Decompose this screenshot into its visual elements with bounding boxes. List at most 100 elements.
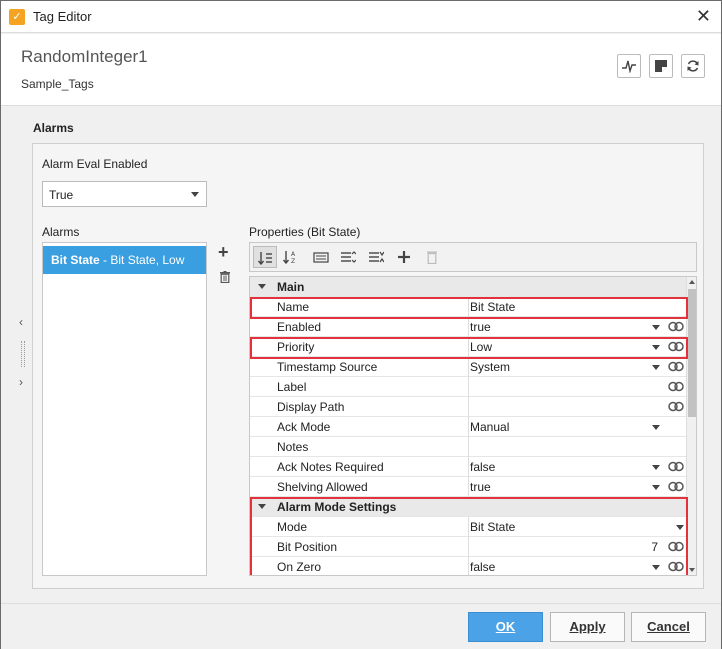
chevron-down-icon[interactable] xyxy=(652,425,660,430)
category-label: Alarm Mode Settings xyxy=(277,500,397,514)
chevron-down-icon xyxy=(191,192,199,197)
binding-link-icon[interactable] xyxy=(668,461,684,475)
property-name: Enabled xyxy=(277,320,322,334)
property-value[interactable]: Bit State xyxy=(470,300,515,314)
property-value[interactable]: 7 xyxy=(651,540,658,554)
binding-link-icon[interactable] xyxy=(668,381,684,395)
properties-toolbar: AZ xyxy=(249,242,697,272)
column-divider xyxy=(468,557,469,575)
svg-text:Z: Z xyxy=(291,258,295,264)
property-row[interactable]: On Zero false xyxy=(250,557,686,575)
refresh-button[interactable] xyxy=(681,54,705,78)
documentation-button[interactable] xyxy=(649,54,673,78)
property-row[interactable]: Ack Notes Required false xyxy=(250,457,686,477)
property-category[interactable]: Alarm Mode Settings xyxy=(250,497,686,517)
property-category[interactable]: Main xyxy=(250,277,686,297)
scroll-down-icon[interactable] xyxy=(689,568,695,572)
binding-link-icon[interactable] xyxy=(668,341,684,355)
column-divider xyxy=(468,457,469,477)
chevron-down-icon[interactable] xyxy=(652,345,660,350)
property-row[interactable]: Timestamp Source System xyxy=(250,357,686,377)
property-name: Name xyxy=(277,300,310,314)
svg-text:A: A xyxy=(291,251,296,258)
sort-categorized-button[interactable] xyxy=(253,246,277,268)
binding-link-icon[interactable] xyxy=(668,361,684,375)
binding-link-icon[interactable] xyxy=(668,481,684,495)
property-value[interactable]: true xyxy=(470,320,491,334)
alarms-panel: Alarm Eval Enabled True Alarms Bit State… xyxy=(32,143,704,589)
binding-link-icon[interactable] xyxy=(668,541,684,555)
property-row[interactable]: Bit Position 7 xyxy=(250,537,686,557)
column-divider xyxy=(468,417,469,437)
property-value[interactable]: Manual xyxy=(470,420,509,434)
property-name: Ack Notes Required xyxy=(277,460,384,474)
delete-property-button[interactable] xyxy=(420,246,444,268)
add-alarm-icon[interactable]: + xyxy=(218,243,229,261)
diagnostics-button[interactable] xyxy=(617,54,641,78)
sort-alphabetical-button[interactable]: AZ xyxy=(279,246,303,268)
apply-button[interactable]: Apply xyxy=(550,612,625,642)
close-icon[interactable]: ✕ xyxy=(696,6,711,27)
chevron-down-icon[interactable] xyxy=(652,565,660,570)
collapse-triangle-icon[interactable] xyxy=(258,284,266,289)
binding-link-icon[interactable] xyxy=(668,561,684,575)
sort-az-icon: AZ xyxy=(283,251,296,264)
vertical-scrollbar[interactable] xyxy=(686,277,696,575)
tag-editor-window: ✓ Tag Editor ✕ RandomInteger1 Sample_Tag… xyxy=(0,0,722,649)
expand-right-icon[interactable]: › xyxy=(19,375,23,389)
ok-button[interactable]: OK xyxy=(468,612,543,642)
cancel-button[interactable]: Cancel xyxy=(631,612,706,642)
property-value[interactable]: Bit State xyxy=(470,520,515,534)
binding-link-icon[interactable] xyxy=(668,401,684,415)
property-pages-button[interactable] xyxy=(309,246,333,268)
property-row[interactable]: Priority Low xyxy=(250,337,686,357)
property-name: Display Path xyxy=(277,400,345,414)
chevron-down-icon[interactable] xyxy=(652,485,660,490)
binding-link-icon[interactable] xyxy=(668,321,684,335)
expand-all-button[interactable] xyxy=(336,246,360,268)
column-divider xyxy=(468,317,469,337)
alarm-eval-select[interactable]: True xyxy=(42,181,207,207)
property-row[interactable]: Label xyxy=(250,377,686,397)
property-row[interactable]: Shelving Allowed true xyxy=(250,477,686,497)
property-value[interactable]: System xyxy=(470,360,510,374)
property-name: Timestamp Source xyxy=(277,360,378,374)
sort-categorized-icon xyxy=(258,252,272,265)
property-row[interactable]: Notes xyxy=(250,437,686,457)
property-row[interactable]: Enabled true xyxy=(250,317,686,337)
alarm-list: Bit State - Bit State, Low xyxy=(42,242,207,576)
add-property-button[interactable] xyxy=(392,246,416,268)
section-title: Alarms xyxy=(33,121,74,135)
property-name: Notes xyxy=(277,440,309,454)
column-divider xyxy=(468,297,469,317)
property-row[interactable]: Name Bit State xyxy=(250,297,686,317)
property-row[interactable]: Display Path xyxy=(250,397,686,417)
dialog-footer: OK Apply Cancel xyxy=(1,603,721,649)
property-name: Shelving Allowed xyxy=(277,480,368,494)
properties-label: Properties (Bit State) xyxy=(249,225,361,239)
alarm-item-name: Bit State xyxy=(51,253,100,267)
collapse-triangle-icon[interactable] xyxy=(258,504,266,509)
collapse-all-button[interactable] xyxy=(364,246,388,268)
collapse-all-icon xyxy=(369,251,384,263)
property-value[interactable]: false xyxy=(470,460,495,474)
chevron-down-icon[interactable] xyxy=(652,365,660,370)
property-row[interactable]: Ack Mode Manual xyxy=(250,417,686,437)
collapse-left-icon[interactable]: ‹ xyxy=(19,315,23,329)
column-divider xyxy=(468,397,469,417)
property-row[interactable]: Mode Bit State xyxy=(250,517,686,537)
property-value[interactable]: true xyxy=(470,480,491,494)
pulse-icon xyxy=(622,60,636,73)
property-value[interactable]: false xyxy=(470,560,495,574)
category-label: Main xyxy=(277,280,305,294)
chevron-down-icon[interactable] xyxy=(652,325,660,330)
chevron-down-icon[interactable] xyxy=(676,525,684,530)
list-item[interactable]: Bit State - Bit State, Low xyxy=(43,246,206,274)
property-value[interactable]: Low xyxy=(470,340,492,354)
chevron-down-icon[interactable] xyxy=(652,465,660,470)
delete-alarm-icon[interactable] xyxy=(220,271,230,286)
scroll-thumb[interactable] xyxy=(688,289,696,417)
column-divider xyxy=(468,537,469,557)
scroll-up-icon[interactable] xyxy=(689,280,695,284)
splitter-grip[interactable] xyxy=(21,341,25,367)
